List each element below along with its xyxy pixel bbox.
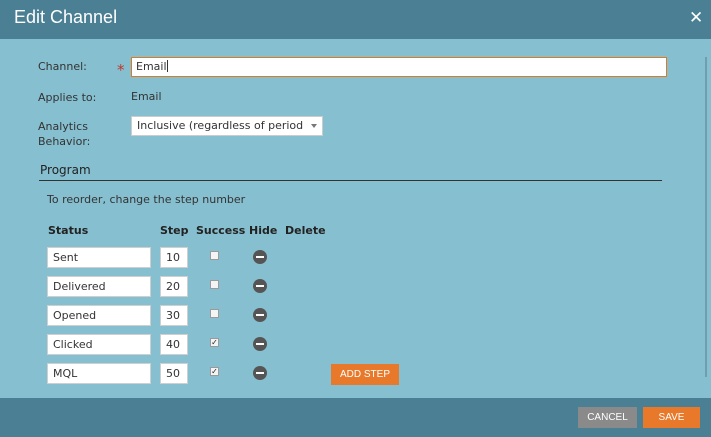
reorder-hint: To reorder, change the step number (47, 193, 246, 206)
hide-toggle-icon[interactable] (253, 308, 267, 322)
add-step-button[interactable]: ADD STEP (331, 364, 399, 385)
hide-toggle-icon[interactable] (253, 366, 267, 380)
column-header-success: Success (196, 224, 246, 237)
program-section-title: Program (40, 163, 91, 177)
scrollbar[interactable] (705, 57, 707, 377)
success-checkbox-mql[interactable]: ✓ (210, 367, 219, 376)
analytics-label-line1: Analytics (38, 120, 88, 133)
close-icon[interactable]: ✕ (689, 9, 703, 27)
status-input-opened[interactable]: Opened (47, 305, 151, 326)
step-input-sent[interactable]: 10 (160, 247, 188, 268)
dialog-body: Channel: * Email Applies to: Email Analy… (0, 39, 711, 398)
hide-toggle-icon[interactable] (253, 337, 267, 351)
applies-to-label: Applies to: (38, 91, 97, 104)
column-header-status: Status (48, 224, 89, 237)
section-divider (39, 180, 662, 181)
cancel-button[interactable]: CANCEL (578, 407, 637, 428)
analytics-label-line2: Behavior: (38, 135, 91, 148)
dialog-footer: CANCEL SAVE (0, 398, 711, 437)
required-icon: * (117, 61, 125, 79)
step-input-mql[interactable]: 50 (160, 363, 188, 384)
status-input-mql[interactable]: MQL (47, 363, 151, 384)
success-checkbox-delivered[interactable] (210, 280, 219, 289)
step-input-delivered[interactable]: 20 (160, 276, 188, 297)
analytics-behavior-select[interactable]: Inclusive (regardless of period c (131, 116, 323, 136)
step-input-opened[interactable]: 30 (160, 305, 188, 326)
success-checkbox-sent[interactable] (210, 251, 219, 260)
dialog-header: Edit Channel ✕ (0, 0, 711, 39)
save-button[interactable]: SAVE (643, 407, 700, 428)
status-input-delivered[interactable]: Delivered (47, 276, 151, 297)
channel-label: Channel: (38, 60, 87, 73)
chevron-down-icon (311, 124, 317, 128)
text-caret (166, 60, 168, 72)
channel-input-value: Email (136, 60, 167, 73)
status-input-clicked[interactable]: Clicked (47, 334, 151, 355)
column-header-delete: Delete (285, 224, 326, 237)
hide-toggle-icon[interactable] (253, 279, 267, 293)
hide-toggle-icon[interactable] (253, 250, 267, 264)
status-input-sent[interactable]: Sent (47, 247, 151, 268)
step-input-clicked[interactable]: 40 (160, 334, 188, 355)
success-checkbox-clicked[interactable]: ✓ (210, 338, 219, 347)
success-checkbox-opened[interactable] (210, 309, 219, 318)
analytics-behavior-value: Inclusive (regardless of period c (137, 119, 305, 132)
applies-to-value: Email (131, 90, 162, 103)
column-header-step: Step (160, 224, 189, 237)
dialog-title: Edit Channel (14, 7, 118, 27)
column-header-hide: Hide (249, 224, 278, 237)
channel-input[interactable]: Email (131, 57, 667, 77)
